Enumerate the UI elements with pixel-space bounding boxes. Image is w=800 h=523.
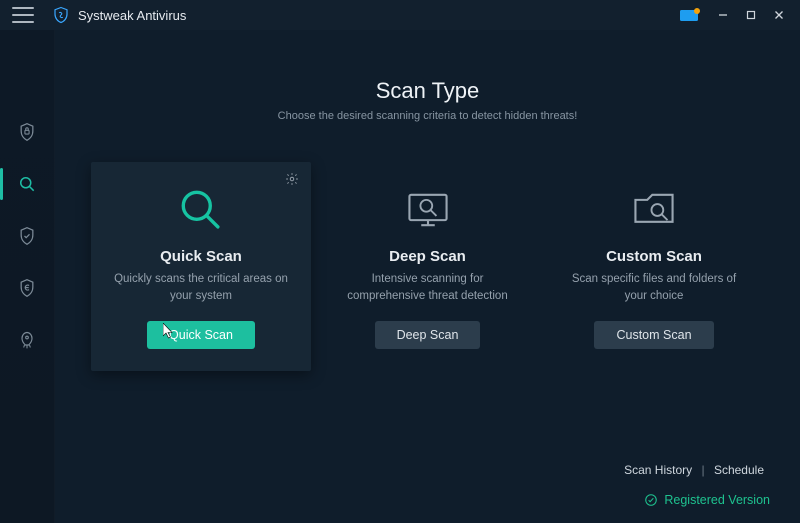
- title-bar: Systweak Antivirus: [0, 0, 800, 30]
- schedule-link[interactable]: Schedule: [714, 463, 764, 477]
- app-brand: Systweak Antivirus: [52, 6, 186, 24]
- page-title: Scan Type: [91, 78, 764, 104]
- window-close-button[interactable]: [766, 4, 792, 26]
- deep-scan-icon: [332, 180, 524, 240]
- custom-scan-title: Custom Scan: [558, 248, 750, 265]
- check-circle-icon: [644, 493, 658, 507]
- card-quick-scan[interactable]: Quick Scan Quickly scans the critical ar…: [91, 162, 311, 371]
- nav-boost[interactable]: [0, 318, 55, 362]
- quick-scan-desc: Quickly scans the critical areas on your…: [105, 271, 297, 305]
- registered-text: Registered Version: [664, 493, 770, 507]
- footer-links: Scan History | Schedule: [624, 463, 764, 477]
- footer-separator: |: [695, 463, 710, 477]
- quick-scan-icon: [105, 180, 297, 240]
- shield-check-icon: [17, 226, 37, 246]
- window-maximize-button[interactable]: [738, 4, 764, 26]
- custom-scan-button[interactable]: Custom Scan: [594, 321, 713, 349]
- card-deep-scan[interactable]: Deep Scan Intensive scanning for compreh…: [318, 162, 538, 371]
- custom-scan-desc: Scan specific files and folders of your …: [558, 271, 750, 305]
- deep-scan-title: Deep Scan: [332, 248, 524, 265]
- scan-history-link[interactable]: Scan History: [624, 463, 692, 477]
- nav-protection[interactable]: [0, 110, 55, 154]
- page-subtitle: Choose the desired scanning criteria to …: [91, 110, 764, 122]
- lock-shield-icon: [17, 122, 37, 142]
- nav-web[interactable]: [0, 266, 55, 310]
- upgrade-card-icon[interactable]: [680, 8, 702, 22]
- window-minimize-button[interactable]: [710, 4, 736, 26]
- scan-cards-row: Quick Scan Quickly scans the critical ar…: [91, 162, 764, 371]
- rocket-icon: [17, 330, 37, 350]
- quick-scan-title: Quick Scan: [105, 248, 297, 265]
- quick-scan-settings-gear-icon[interactable]: [285, 172, 299, 191]
- main-content: Scan Type Choose the desired scanning cr…: [55, 30, 800, 523]
- mouse-cursor-icon: [163, 323, 175, 339]
- registered-version-label: Registered Version: [644, 493, 770, 507]
- deep-scan-desc: Intensive scanning for comprehensive thr…: [332, 271, 524, 305]
- sidebar: [0, 30, 55, 523]
- app-title: Systweak Antivirus: [78, 8, 186, 23]
- card-custom-scan[interactable]: Custom Scan Scan specific files and fold…: [544, 162, 764, 371]
- nav-shield[interactable]: [0, 214, 55, 258]
- deep-scan-button[interactable]: Deep Scan: [375, 321, 481, 349]
- menu-hamburger-icon[interactable]: [12, 7, 34, 23]
- brand-shield-icon: [52, 6, 70, 24]
- e-shield-icon: [17, 278, 37, 298]
- custom-scan-icon: [558, 180, 750, 240]
- nav-scan[interactable]: [0, 162, 55, 206]
- window-controls: [680, 4, 792, 26]
- search-icon: [17, 174, 37, 194]
